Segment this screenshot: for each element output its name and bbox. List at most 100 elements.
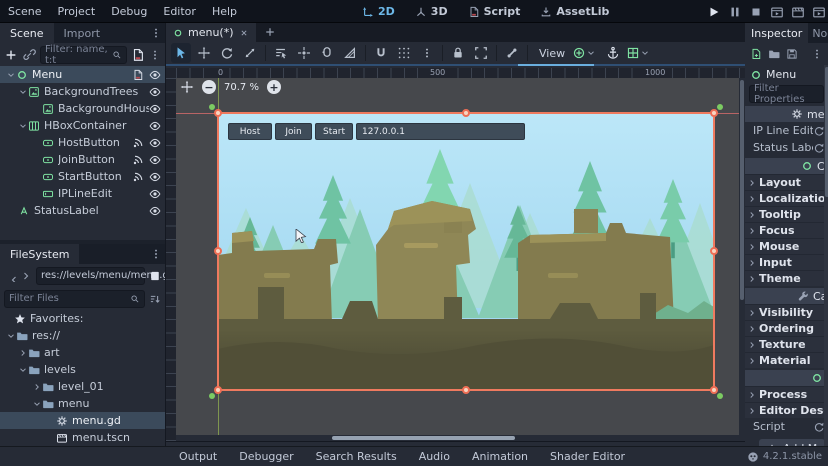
tab-inspector[interactable]: Inspector <box>745 23 808 43</box>
expander-icon[interactable] <box>32 399 42 409</box>
scene-tree-item-backgroundhouses[interactable]: BackgroundHouses <box>0 100 165 117</box>
category-process[interactable]: Process <box>745 386 828 402</box>
tool-ruler[interactable] <box>340 43 360 63</box>
game-host-button[interactable]: Host <box>228 123 272 140</box>
new-scene-tab-button[interactable] <box>260 22 280 42</box>
signal-connection-icon[interactable] <box>132 154 144 166</box>
expander-icon[interactable] <box>18 365 28 375</box>
menu-project[interactable]: Project <box>50 5 104 18</box>
category-input[interactable]: Input <box>745 254 828 270</box>
visibility-eye-icon[interactable] <box>149 137 161 149</box>
signal-connection-icon[interactable] <box>132 171 144 183</box>
signal-connection-icon[interactable] <box>132 137 144 149</box>
category-tooltip[interactable]: Tooltip <box>745 206 828 222</box>
section-control-class[interactable]: Control <box>745 158 828 174</box>
script-badge-icon[interactable] <box>132 69 144 81</box>
selection-handle-tm[interactable] <box>462 109 470 117</box>
scene-tree-item-joinbutton[interactable]: JoinButton <box>0 151 165 168</box>
section-canvasitem-class[interactable]: CanvasItem <box>745 288 828 304</box>
scene-tree-item-menu[interactable]: Menu <box>0 66 165 83</box>
property-ip-line-edit[interactable]: IP Line Edit <box>745 122 828 139</box>
selection-handle-bl[interactable] <box>214 386 222 394</box>
category-localization[interactable]: Localization <box>745 190 828 206</box>
fs-item-menu-tscn[interactable]: menu.tscn <box>0 429 165 446</box>
movie-mode-button[interactable] <box>812 5 826 19</box>
expand-grid-button[interactable] <box>628 43 648 63</box>
category-editor-description[interactable]: Editor Description <box>745 402 828 418</box>
property-script[interactable]: Script <box>745 418 828 435</box>
tool-move[interactable] <box>194 43 214 63</box>
category-layout[interactable]: Layout <box>745 174 828 190</box>
scene-tab-menu[interactable]: menu(*) <box>166 23 256 42</box>
category-ordering[interactable]: Ordering <box>745 320 828 336</box>
tab-scene[interactable]: Scene <box>0 23 54 43</box>
scene-filter-input[interactable]: Filter: name, t:t <box>40 46 127 64</box>
add-node-button[interactable] <box>4 48 18 62</box>
expander-icon[interactable] <box>32 382 42 392</box>
scene-tree-item-iplineedit[interactable]: IPLineEdit <box>0 185 165 202</box>
bottom-tab-animation[interactable]: Animation <box>463 450 537 463</box>
category-theme[interactable]: Theme <box>745 270 828 286</box>
tool-pan[interactable] <box>317 43 337 63</box>
workspace-script[interactable]: Script <box>462 5 527 18</box>
workspace-3d[interactable]: 3D <box>409 5 454 18</box>
menu-scene[interactable]: Scene <box>0 5 50 18</box>
category-texture[interactable]: Texture <box>745 336 828 352</box>
lock-selected-button[interactable] <box>448 43 468 63</box>
fs-item-menu-gd[interactable]: menu.gd <box>0 412 165 429</box>
selection-handle-bm[interactable] <box>462 386 470 394</box>
category-mouse[interactable]: Mouse <box>745 238 828 254</box>
visibility-eye-icon[interactable] <box>149 171 161 183</box>
expander-icon[interactable] <box>6 70 16 80</box>
zoom-level[interactable]: 70.7 % <box>224 82 259 93</box>
toggle-smart-snap[interactable] <box>371 43 391 63</box>
bottom-tab-search-results[interactable]: Search Results <box>307 450 406 463</box>
snap-options-menu[interactable] <box>417 43 437 63</box>
save-resource-icon[interactable] <box>786 48 798 60</box>
selection-handle-mr[interactable] <box>710 247 718 255</box>
game-ip-lineedit[interactable]: 127.0.0.1 <box>356 123 525 140</box>
workspace-assetlib[interactable]: AssetLib <box>534 5 615 18</box>
fs-item-art[interactable]: art <box>0 344 165 361</box>
scene-tree-item-backgroundtrees[interactable]: BackgroundTrees <box>0 83 165 100</box>
menu-help[interactable]: Help <box>204 5 245 18</box>
bottom-tab-debugger[interactable]: Debugger <box>230 450 302 463</box>
game-start-button[interactable]: Start <box>315 123 353 140</box>
view-menu-button[interactable]: View <box>533 47 571 60</box>
game-join-button[interactable]: Join <box>275 123 312 140</box>
zoom-in-button[interactable]: + <box>267 80 281 94</box>
nav-back-button[interactable] <box>4 270 16 282</box>
filter-files-input[interactable]: Filter Files <box>4 290 145 308</box>
center-view-icon[interactable] <box>180 80 194 94</box>
filter-properties-input[interactable]: Filter Properties <box>749 85 824 103</box>
current-path-field[interactable]: res://levels/menu/menu.gd <box>36 267 145 285</box>
skeleton-options-button[interactable] <box>502 43 522 63</box>
tab-node[interactable]: Node <box>808 23 828 43</box>
expander-icon[interactable] <box>18 87 28 97</box>
load-resource-icon[interactable] <box>768 48 780 60</box>
fs-item-res-root[interactable]: res:// <box>0 327 165 344</box>
attach-script-button[interactable] <box>131 48 145 62</box>
stop-button[interactable] <box>749 5 763 19</box>
menu-debug[interactable]: Debug <box>103 5 155 18</box>
group-selected-button[interactable] <box>471 43 491 63</box>
section-script-menu-gd[interactable]: menu.gd <box>745 106 828 122</box>
category-visibility[interactable]: Visibility <box>745 304 828 320</box>
anchor-preset-button[interactable] <box>574 43 594 63</box>
fs-item-menu-folder[interactable]: menu <box>0 395 165 412</box>
selection-handle-tl[interactable] <box>214 109 222 117</box>
container-sizing-button[interactable] <box>603 43 623 63</box>
menu-editor[interactable]: Editor <box>155 5 204 18</box>
visibility-eye-icon[interactable] <box>149 86 161 98</box>
visibility-eye-icon[interactable] <box>149 205 161 217</box>
add-metadata-button[interactable]: Add Metadata <box>759 439 825 446</box>
selection-handle-br[interactable] <box>710 386 718 394</box>
filesystem-dock-menu-button[interactable] <box>147 248 165 260</box>
workspace-2d[interactable]: 2D <box>356 5 401 18</box>
scene-tree-item-statuslabel[interactable]: StatusLabel <box>0 202 165 219</box>
category-material[interactable]: Material <box>745 352 828 368</box>
new-resource-icon[interactable] <box>750 48 762 60</box>
fs-item-levels[interactable]: levels <box>0 361 165 378</box>
expander-icon[interactable] <box>18 348 28 358</box>
scene-tree-menu-button[interactable] <box>149 49 161 61</box>
